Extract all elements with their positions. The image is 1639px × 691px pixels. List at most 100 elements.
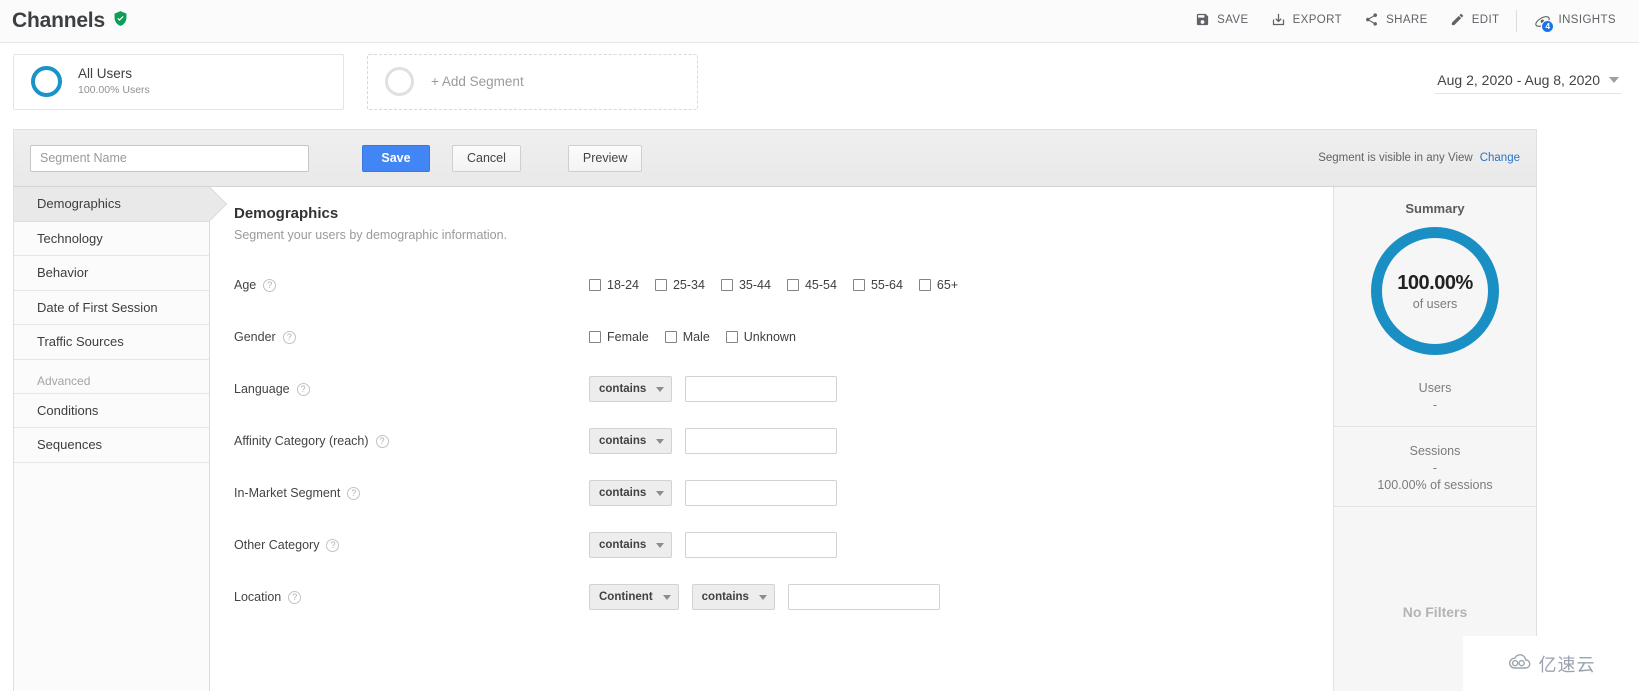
share-button-label: SHARE — [1386, 15, 1428, 27]
export-button-label: EXPORT — [1293, 15, 1342, 27]
users-metric-value: - — [1334, 398, 1536, 412]
sidebar-item-sequences[interactable]: Sequences — [14, 428, 209, 463]
language-value-input[interactable] — [685, 376, 837, 402]
gender-checkbox-female[interactable]: Female — [589, 330, 649, 344]
in-market-operator-value: contains — [599, 487, 646, 499]
segment-all-users[interactable]: All Users 100.00% Users — [13, 54, 344, 110]
affinity-label-text: Affinity Category (reach) — [234, 434, 369, 448]
page-title: Channels — [12, 9, 129, 33]
other-category-operator-select[interactable]: contains — [589, 532, 672, 558]
help-icon[interactable]: ? — [347, 487, 360, 500]
watermark: 亿速云 — [1463, 636, 1639, 691]
chevron-down-icon — [759, 595, 767, 600]
help-icon[interactable]: ? — [326, 539, 339, 552]
sidebar-item-behavior[interactable]: Behavior — [14, 256, 209, 291]
form-description: Segment your users by demographic inform… — [234, 228, 1307, 242]
in-market-value-input[interactable] — [685, 480, 837, 506]
summary-title: Summary — [1405, 201, 1464, 216]
age-checkbox-25-34[interactable]: 25-34 — [655, 278, 705, 292]
sessions-metric-value: - — [1334, 461, 1536, 475]
in-market-operator-select[interactable]: contains — [589, 480, 672, 506]
segment-all-users-name: All Users — [78, 66, 150, 83]
top-header-bar: Channels SAVE EXPORT — [0, 0, 1639, 43]
sidebar-item-date-of-first-session[interactable]: Date of First Session — [14, 291, 209, 326]
checkbox-icon[interactable] — [787, 279, 799, 291]
gender-option-label: Unknown — [744, 330, 796, 344]
segment-builder-panel: Save Cancel Preview Segment is visible i… — [13, 129, 1537, 691]
other-category-operator-value: contains — [599, 539, 646, 551]
export-button[interactable]: EXPORT — [1260, 6, 1353, 36]
preview-button[interactable]: Preview — [568, 145, 642, 172]
donut-sublabel: of users — [1413, 297, 1457, 311]
insights-button[interactable]: 4 INSIGHTS — [1523, 6, 1627, 36]
age-checkbox-18-24[interactable]: 18-24 — [589, 278, 639, 292]
segment-builder-page: Channels SAVE EXPORT — [0, 0, 1639, 691]
header-actions: SAVE EXPORT SHARE EDIT — [1184, 0, 1627, 42]
location-dimension-select[interactable]: Continent — [589, 584, 679, 610]
language-operator-select[interactable]: contains — [589, 376, 672, 402]
age-checkbox-35-44[interactable]: 35-44 — [721, 278, 771, 292]
gender-checkbox-unknown[interactable]: Unknown — [726, 330, 796, 344]
field-row-location: Location ? Continent contains — [234, 582, 1307, 612]
summary-users-metric: Users - — [1334, 364, 1536, 427]
field-row-other-category: Other Category ? contains — [234, 530, 1307, 560]
help-icon[interactable]: ? — [376, 435, 389, 448]
age-option-label: 35-44 — [739, 278, 771, 292]
age-checkbox-45-54[interactable]: 45-54 — [787, 278, 837, 292]
save-segment-button[interactable]: Save — [362, 145, 430, 172]
cloud-icon — [1507, 652, 1533, 676]
checkbox-icon[interactable] — [665, 331, 677, 343]
add-segment-label: + Add Segment — [431, 74, 524, 89]
save-button[interactable]: SAVE — [1184, 6, 1259, 36]
age-option-label: 18-24 — [607, 278, 639, 292]
checkbox-icon[interactable] — [919, 279, 931, 291]
users-metric-label: Users — [1334, 381, 1536, 395]
header-divider — [1516, 10, 1517, 32]
other-category-value-input[interactable] — [685, 532, 837, 558]
share-button[interactable]: SHARE — [1353, 6, 1439, 36]
checkbox-icon[interactable] — [589, 279, 601, 291]
help-icon[interactable]: ? — [263, 279, 276, 292]
gender-checkbox-male[interactable]: Male — [665, 330, 710, 344]
chevron-down-icon — [656, 491, 664, 496]
chevron-down-icon — [663, 595, 671, 600]
builder-sidebar: Demographics Technology Behavior Date of… — [14, 187, 210, 691]
chevron-down-icon — [656, 543, 664, 548]
add-segment-button[interactable]: + Add Segment — [367, 54, 698, 110]
change-visibility-link[interactable]: Change — [1480, 152, 1520, 164]
affinity-operator-select[interactable]: contains — [589, 428, 672, 454]
age-option-label: 55-64 — [871, 278, 903, 292]
age-checkbox-65-plus[interactable]: 65+ — [919, 278, 958, 292]
location-operator-value: contains — [702, 591, 749, 603]
date-range-picker[interactable]: Aug 2, 2020 - Aug 8, 2020 — [1435, 69, 1621, 94]
help-icon[interactable]: ? — [288, 591, 301, 604]
sidebar-item-technology[interactable]: Technology — [14, 222, 209, 257]
field-row-affinity-category: Affinity Category (reach) ? contains — [234, 426, 1307, 456]
checkbox-icon[interactable] — [853, 279, 865, 291]
age-checkbox-55-64[interactable]: 55-64 — [853, 278, 903, 292]
age-option-label: 45-54 — [805, 278, 837, 292]
sidebar-item-label: Sequences — [37, 437, 102, 452]
help-icon[interactable]: ? — [283, 331, 296, 344]
checkbox-icon[interactable] — [726, 331, 738, 343]
sidebar-item-conditions[interactable]: Conditions — [14, 394, 209, 429]
checkbox-icon[interactable] — [655, 279, 667, 291]
gender-option-label: Female — [607, 330, 649, 344]
chevron-down-icon — [1609, 77, 1619, 83]
checkbox-icon[interactable] — [589, 331, 601, 343]
share-icon — [1364, 12, 1379, 30]
checkbox-icon[interactable] — [721, 279, 733, 291]
location-value-input[interactable] — [788, 584, 940, 610]
donut-percent: 100.00% — [1397, 272, 1472, 295]
sidebar-item-label: Technology — [37, 231, 103, 246]
sidebar-item-label: Demographics — [37, 196, 121, 211]
edit-button[interactable]: EDIT — [1439, 6, 1511, 36]
cancel-button[interactable]: Cancel — [452, 145, 521, 172]
segment-name-input[interactable] — [30, 145, 309, 172]
location-operator-select[interactable]: contains — [692, 584, 775, 610]
sidebar-item-demographics[interactable]: Demographics — [14, 187, 209, 222]
segment-ring-icon — [31, 66, 62, 97]
help-icon[interactable]: ? — [297, 383, 310, 396]
sidebar-item-traffic-sources[interactable]: Traffic Sources — [14, 325, 209, 360]
affinity-value-input[interactable] — [685, 428, 837, 454]
